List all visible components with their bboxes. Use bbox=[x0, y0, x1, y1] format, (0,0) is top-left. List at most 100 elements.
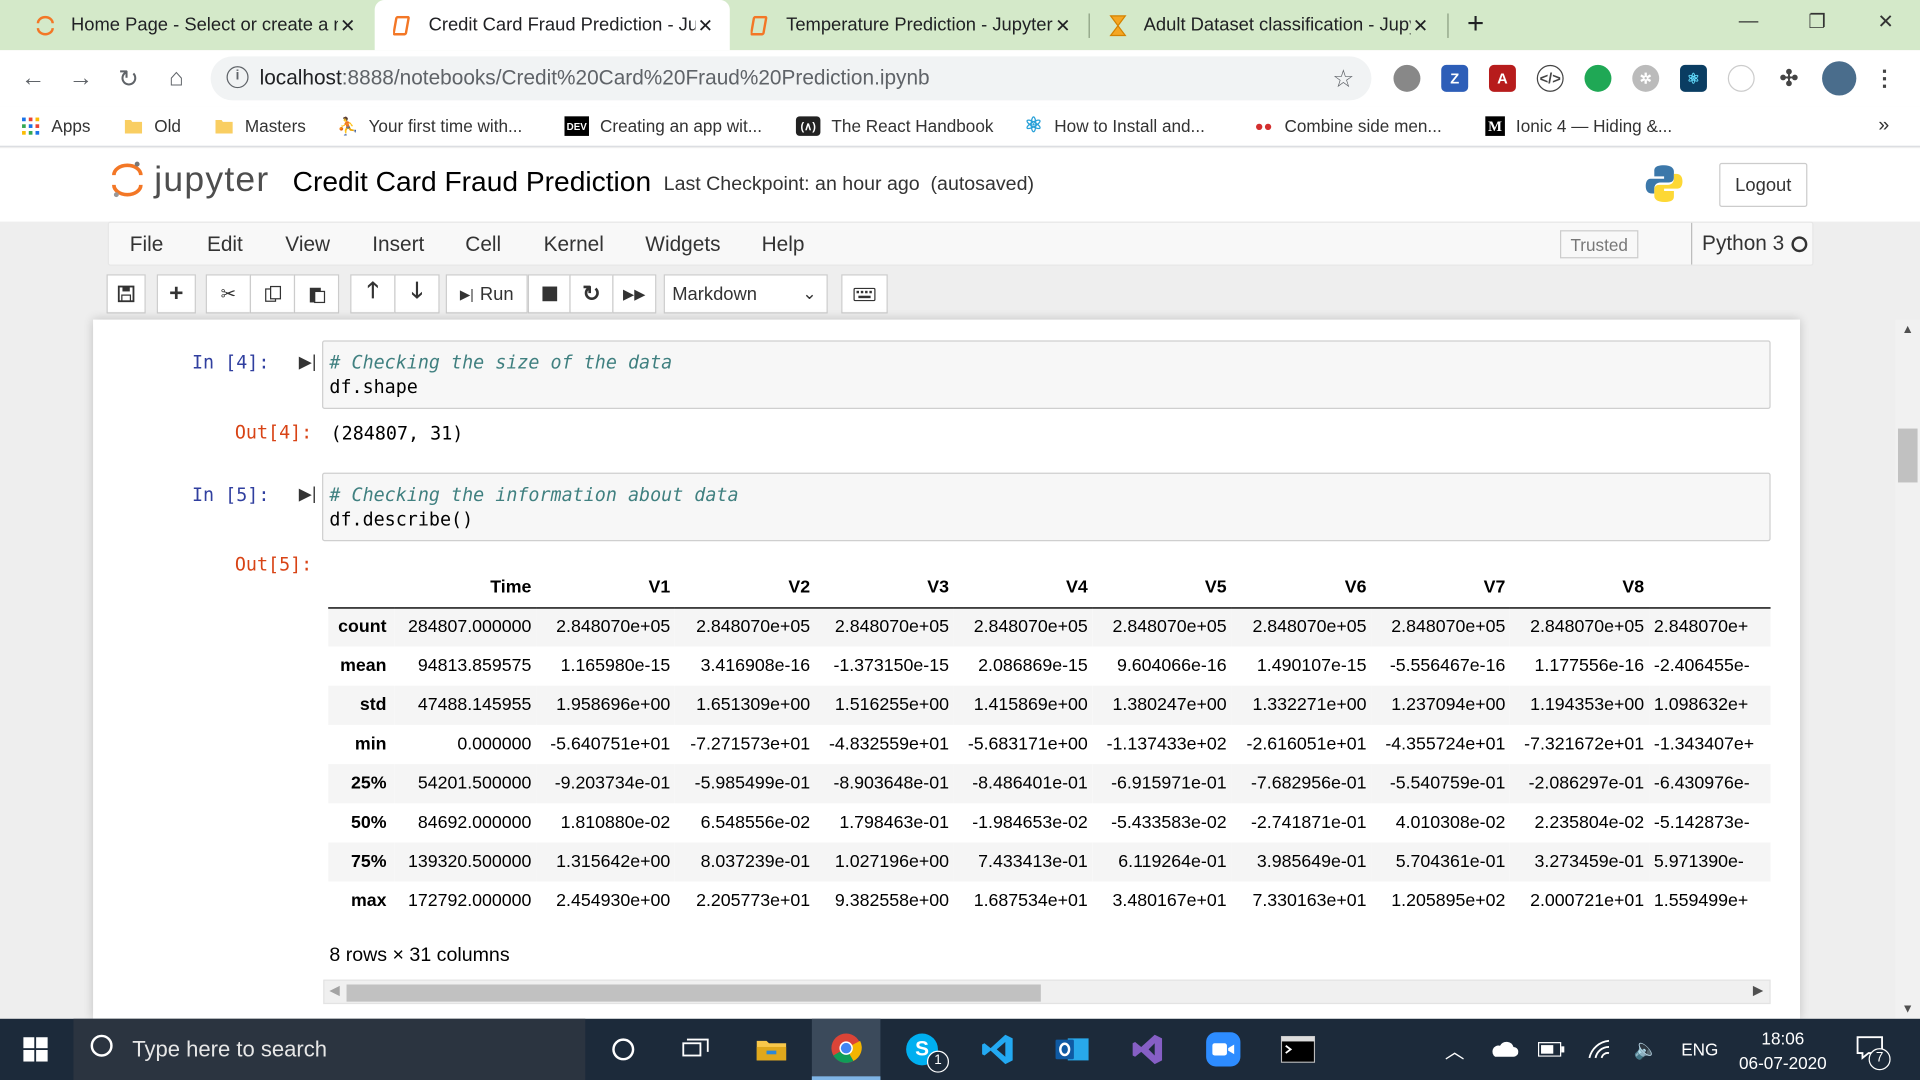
taskbar-search[interactable]: Type here to search bbox=[73, 1018, 586, 1080]
bookmark-react-handbook[interactable]: (∧) The React Handbook bbox=[795, 107, 993, 146]
file-explorer-icon[interactable] bbox=[737, 1019, 806, 1080]
puzzle-icon[interactable]: ✣ bbox=[1776, 65, 1803, 92]
tab-home-page[interactable]: Home Page - Select or create a n ✕ bbox=[17, 0, 372, 50]
taskbar-clock[interactable]: 18:06 06-07-2020 bbox=[1727, 1026, 1840, 1075]
more-options-icon[interactable]: ⋮ bbox=[1871, 65, 1898, 92]
scrollbar-thumb[interactable] bbox=[346, 984, 1041, 1002]
restart-icon[interactable]: ↻ bbox=[569, 274, 614, 314]
close-icon[interactable]: ✕ bbox=[1053, 14, 1073, 36]
wifi-icon[interactable] bbox=[1587, 1019, 1611, 1080]
bookmark-apps[interactable]: Apps bbox=[21, 107, 91, 146]
notebook-title[interactable]: Credit Card Fraud Prediction bbox=[293, 165, 651, 198]
gray-extension-icon[interactable]: ✲ bbox=[1632, 64, 1660, 92]
menu-file[interactable]: File bbox=[130, 233, 164, 257]
code-cell-editor[interactable]: # Checking the size of the data df.shape bbox=[322, 340, 1771, 409]
forward-button[interactable]: → bbox=[62, 60, 99, 97]
vertical-scrollbar[interactable]: ▲ ▼ bbox=[1895, 319, 1920, 1019]
move-down-icon[interactable]: 🡓 bbox=[394, 274, 440, 314]
horizontal-scrollbar[interactable]: ◀ ▶ bbox=[323, 979, 1771, 1005]
close-icon[interactable]: ✕ bbox=[1411, 14, 1431, 36]
minimize-button[interactable]: — bbox=[1714, 0, 1783, 44]
bookmarks-overflow-button[interactable]: » bbox=[1878, 107, 1889, 146]
windows-start-icon[interactable] bbox=[0, 1019, 71, 1080]
bookmark-how-to-install[interactable]: ⚛ How to Install and... bbox=[1024, 107, 1205, 146]
logout-button[interactable]: Logout bbox=[1719, 162, 1808, 207]
close-icon[interactable]: ✕ bbox=[696, 14, 716, 36]
save-icon[interactable] bbox=[106, 274, 146, 314]
menu-widgets[interactable]: Widgets bbox=[645, 233, 720, 257]
keyboard-icon[interactable] bbox=[841, 274, 888, 314]
react-devtools-icon[interactable]: ⚛ bbox=[1680, 64, 1707, 92]
avatar[interactable] bbox=[1822, 61, 1857, 96]
menu-help[interactable]: Help bbox=[762, 233, 805, 257]
terminal-icon[interactable] bbox=[1264, 1019, 1333, 1080]
scrollbar-thumb[interactable] bbox=[1897, 428, 1918, 483]
copy-icon[interactable] bbox=[249, 274, 296, 314]
menu-kernel[interactable]: Kernel bbox=[544, 233, 604, 257]
stop-icon[interactable] bbox=[527, 274, 571, 314]
pdf-icon[interactable]: A bbox=[1488, 64, 1516, 92]
code-cell-editor[interactable]: # Checking the information about data df… bbox=[322, 472, 1771, 542]
menu-view[interactable]: View bbox=[285, 233, 330, 257]
notification-center-icon[interactable]: 7 bbox=[1856, 1019, 1891, 1080]
dataframe-output: Time V1 V2 V3 V4 V5 V6 V7 V8 count 284807… bbox=[328, 568, 1771, 918]
cut-icon[interactable]: ✂ bbox=[205, 274, 252, 314]
menu-edit[interactable]: Edit bbox=[207, 233, 243, 257]
restore-button[interactable]: ❐ bbox=[1783, 0, 1852, 44]
tray-overflow-icon[interactable]: ︿ bbox=[1445, 1019, 1465, 1080]
scroll-right-icon[interactable]: ▶ bbox=[1753, 982, 1763, 998]
white-extension-icon[interactable] bbox=[1727, 64, 1755, 92]
run-button[interactable]: ▶| Run bbox=[445, 274, 528, 314]
volume-icon[interactable]: 🔈 bbox=[1633, 1019, 1657, 1080]
home-button[interactable]: ⌂ bbox=[158, 60, 195, 97]
bookmark-combine-side[interactable]: ●● Combine side men... bbox=[1254, 107, 1442, 146]
close-window-button[interactable]: ✕ bbox=[1851, 0, 1920, 44]
insert-cell-icon[interactable]: + bbox=[156, 274, 196, 314]
jupyter-logo[interactable]: jupyter bbox=[110, 159, 269, 201]
zotero-icon[interactable]: Z bbox=[1441, 64, 1469, 92]
run-cell-icon[interactable]: ▶| bbox=[299, 351, 317, 372]
bookmark-first-time[interactable]: ⛹ Your first time with... bbox=[337, 107, 522, 146]
extension-circle-icon[interactable] bbox=[1393, 64, 1421, 92]
code-extension-icon[interactable]: </> bbox=[1536, 64, 1564, 92]
skype-icon[interactable]: S 1 bbox=[888, 1019, 957, 1080]
bookmark-old[interactable]: Old bbox=[124, 107, 181, 146]
bookmark-label: Old bbox=[154, 116, 181, 136]
trusted-indicator[interactable]: Trusted bbox=[1560, 230, 1639, 259]
bookmark-masters[interactable]: Masters bbox=[214, 107, 306, 146]
tab-temperature-prediction[interactable]: Temperature Prediction - Jupyter ✕ bbox=[732, 0, 1087, 50]
menu-insert[interactable]: Insert bbox=[372, 233, 424, 257]
visual-studio-icon[interactable] bbox=[1113, 1019, 1182, 1080]
chrome-icon[interactable] bbox=[811, 1018, 881, 1080]
scroll-down-icon[interactable]: ▼ bbox=[1902, 1003, 1914, 1016]
paste-icon[interactable] bbox=[293, 274, 340, 314]
zoom-icon[interactable] bbox=[1189, 1019, 1258, 1080]
run-cell-icon[interactable]: ▶| bbox=[299, 484, 317, 505]
tab-credit-card-fraud[interactable]: Credit Card Fraud Prediction - Ju ✕ bbox=[374, 0, 730, 51]
address-bar[interactable]: i localhost:8888/notebooks/Credit%20Card… bbox=[210, 56, 1372, 101]
cell-type-select[interactable]: Markdown ⌄ bbox=[663, 274, 828, 314]
bookmark-ionic[interactable]: M Ionic 4 — Hiding &... bbox=[1485, 107, 1672, 146]
language-indicator[interactable]: ENG bbox=[1681, 1019, 1718, 1080]
tab-adult-dataset[interactable]: Adult Dataset classification - Jupy ✕ bbox=[1090, 0, 1445, 50]
task-view-icon[interactable] bbox=[661, 1019, 730, 1080]
reload-button[interactable]: ↻ bbox=[110, 60, 147, 97]
close-icon[interactable]: ✕ bbox=[338, 14, 358, 36]
outlook-icon[interactable] bbox=[1038, 1019, 1107, 1080]
scroll-up-icon[interactable]: ▲ bbox=[1902, 323, 1914, 336]
onedrive-icon[interactable] bbox=[1489, 1019, 1519, 1080]
kernel-name[interactable]: Python 3 bbox=[1691, 222, 1784, 265]
vscode-icon[interactable] bbox=[964, 1019, 1033, 1080]
bookmark-star-icon[interactable]: ☆ bbox=[1332, 64, 1354, 95]
green-extension-icon[interactable] bbox=[1584, 64, 1612, 92]
battery-icon[interactable] bbox=[1537, 1019, 1565, 1080]
menu-cell[interactable]: Cell bbox=[465, 233, 501, 257]
back-button[interactable]: ← bbox=[15, 60, 52, 97]
move-up-icon[interactable]: 🡑 bbox=[350, 274, 396, 314]
fast-forward-icon[interactable]: ▶▶ bbox=[612, 274, 657, 314]
info-icon[interactable]: i bbox=[226, 66, 249, 89]
new-tab-button[interactable]: + bbox=[1467, 7, 1484, 41]
cortana-icon[interactable] bbox=[589, 1019, 658, 1080]
bookmark-creating-app[interactable]: DEV Creating an app wit... bbox=[564, 107, 762, 146]
scroll-left-icon[interactable]: ◀ bbox=[329, 982, 339, 998]
